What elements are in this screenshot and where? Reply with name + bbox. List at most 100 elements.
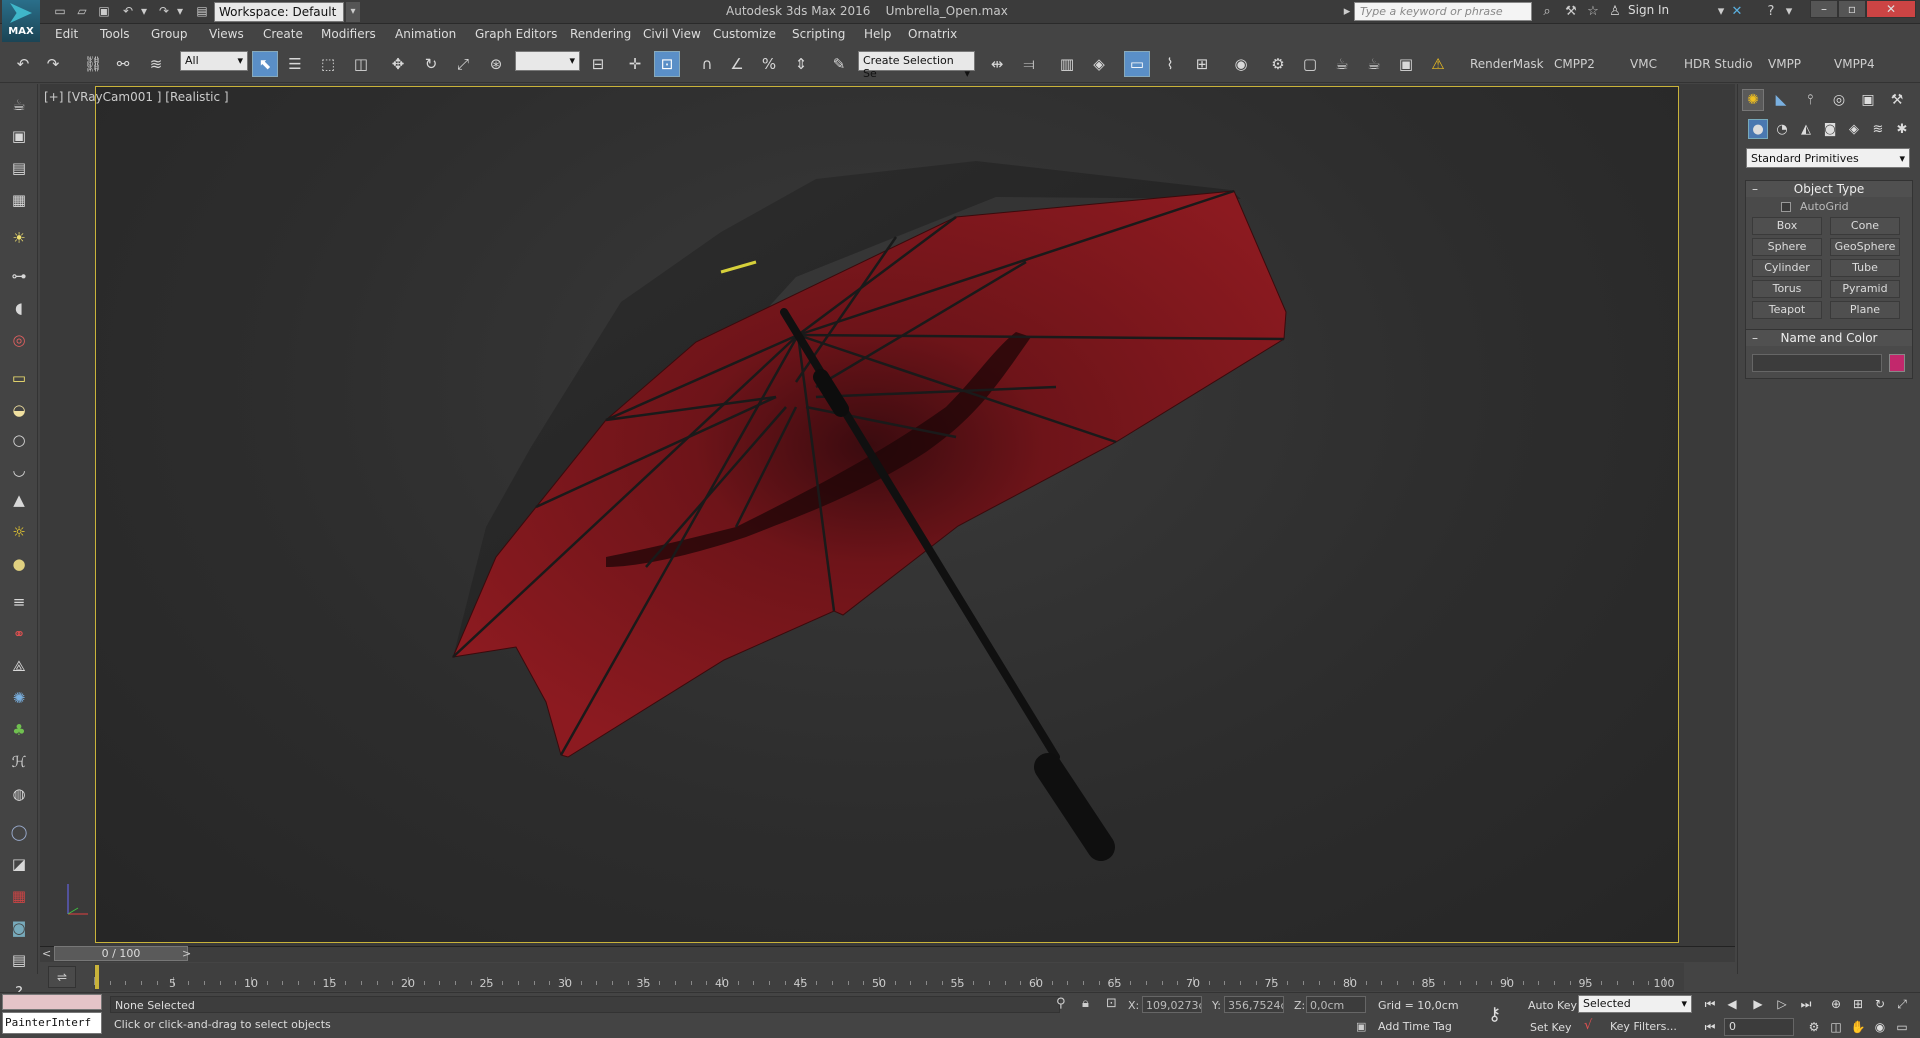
render-in-cloud-icon[interactable]: ▣ <box>1393 51 1419 77</box>
menu-group[interactable]: Group <box>151 27 188 41</box>
go-to-start-icon[interactable]: ⏮ <box>1700 995 1720 1013</box>
binoculars-icon[interactable]: ⌕ <box>1538 3 1556 21</box>
absolute-transform-icon[interactable]: ⊡ <box>1106 996 1117 1011</box>
material-icon[interactable]: ◪ <box>7 853 31 875</box>
ribbon-toggle-icon[interactable]: ▭ <box>1124 51 1150 77</box>
film-icon[interactable]: ◎ <box>7 329 31 351</box>
plugin-cmpp2-button[interactable]: CMPP2 <box>1554 57 1595 71</box>
menu-ornatrix[interactable]: Ornatrix <box>908 27 957 41</box>
project-folder-icon[interactable]: ▤ <box>194 3 210 19</box>
bind-space-warp-icon[interactable]: ≋ <box>143 51 169 77</box>
close-button[interactable]: ✕ <box>1866 0 1916 18</box>
layer-explorer-icon[interactable]: ◈ <box>1086 51 1112 77</box>
material-editor-icon[interactable]: ◉ <box>1228 51 1254 77</box>
menu-civil-view[interactable]: Civil View <box>643 27 701 41</box>
keyboard-shortcut-override-icon[interactable]: ⊡ <box>654 51 680 77</box>
utilities-tab-icon[interactable]: ⚒ <box>1886 89 1908 111</box>
cone-icon[interactable]: ▲ <box>7 489 31 511</box>
open-file-icon[interactable]: ▱ <box>74 3 90 19</box>
select-manipulate-icon[interactable]: ✛ <box>622 51 648 77</box>
space-warps-category-icon[interactable]: ≋ <box>1868 119 1888 139</box>
scene-explorer-icon[interactable]: ▥ <box>1054 51 1080 77</box>
menu-animation[interactable]: Animation <box>395 27 456 41</box>
menu-help[interactable]: Help <box>864 27 891 41</box>
save-file-icon[interactable]: ▣ <box>96 3 112 19</box>
zoom-icon[interactable]: ⊕ <box>1826 995 1846 1013</box>
note-icon[interactable]: ▭ <box>7 367 31 389</box>
systems-category-icon[interactable]: ✱ <box>1892 119 1912 139</box>
pan-icon[interactable]: ✋ <box>1848 1018 1868 1036</box>
reference-coordinate-dropdown[interactable]: ▾ <box>515 51 580 71</box>
maximize-button[interactable]: ▫ <box>1838 0 1866 18</box>
maxscript-mini-listener[interactable]: PainterInterf <box>2 1012 102 1034</box>
plugin-hdr-studio-button[interactable]: HDR Studio <box>1684 57 1753 71</box>
plugin-rendermask-button[interactable]: RenderMask <box>1470 57 1544 71</box>
z-coordinate-field[interactable]: 0,0cm <box>1306 996 1366 1013</box>
modify-tab-icon[interactable]: ◣ <box>1770 89 1792 111</box>
render-iterative-icon[interactable]: ☕ <box>1361 51 1387 77</box>
primitive-category-dropdown[interactable]: Standard Primitives ▾ <box>1746 148 1910 168</box>
motion-tab-icon[interactable]: ◎ <box>1828 89 1850 111</box>
previous-frame-icon[interactable]: ◀ <box>1722 995 1742 1013</box>
time-tag-icon[interactable]: ▣ <box>1356 1020 1366 1033</box>
isolate-pin-icon[interactable]: ⚲ <box>1056 996 1066 1011</box>
name-and-color-header[interactable]: – Name and Color <box>1746 330 1912 346</box>
link-icon[interactable]: ⛓ <box>80 51 106 77</box>
undo-dropdown-icon[interactable]: ▾ <box>136 3 152 19</box>
minimize-button[interactable]: – <box>1810 0 1838 18</box>
frame-indicator[interactable] <box>95 965 99 989</box>
play-icon[interactable]: ▶ <box>1748 995 1768 1013</box>
object-color-swatch[interactable] <box>1889 354 1905 372</box>
help-dropdown-icon[interactable]: ▾ <box>1780 3 1798 21</box>
rotate-icon[interactable]: ↻ <box>418 51 444 77</box>
placement-icon[interactable]: ⊛ <box>483 51 509 77</box>
render-setup-icon[interactable]: ⚙ <box>1265 51 1291 77</box>
set-key-icon[interactable]: ⚷ <box>1488 1004 1501 1025</box>
mirror-icon[interactable]: ⇹ <box>984 51 1010 77</box>
plugin-vmpp4-button[interactable]: VMPP4 <box>1834 57 1875 71</box>
selection-lock-icon[interactable]: 🔒︎ <box>1082 996 1089 1011</box>
time-next-icon[interactable]: > <box>182 947 191 960</box>
plugin-vmpp-button[interactable]: VMPP <box>1768 57 1801 71</box>
menu-tools[interactable]: Tools <box>100 27 130 41</box>
menu-edit[interactable]: Edit <box>55 27 78 41</box>
angle-snap-icon[interactable]: ∠ <box>724 51 750 77</box>
rectangular-selection-icon[interactable]: ⬚ <box>315 51 341 77</box>
y-coordinate-field[interactable]: 356,7524cm <box>1224 996 1284 1013</box>
key-filters-button[interactable]: Key Filters... <box>1610 1020 1677 1033</box>
hierarchy-tab-icon[interactable]: ⫯ <box>1799 89 1821 111</box>
shapes-category-icon[interactable]: ◔ <box>1772 119 1792 139</box>
viewport[interactable] <box>69 86 1679 943</box>
mesh-icon[interactable]: ⟁ <box>7 655 31 677</box>
select-by-name-icon[interactable]: ☰ <box>282 51 308 77</box>
key-mode-toggle-icon[interactable]: ⏮ <box>1700 1018 1720 1036</box>
favorites-star-icon[interactable]: ☆ <box>1584 3 1602 21</box>
align-icon[interactable]: ⫤ <box>1016 51 1042 77</box>
exchange-apps-icon[interactable]: ✕ <box>1728 3 1746 21</box>
orbit-icon[interactable]: ↻ <box>1870 995 1890 1013</box>
time-slider[interactable] <box>40 946 1735 962</box>
undo-button-icon[interactable]: ↶ <box>10 51 36 77</box>
named-selection-dropdown[interactable]: Create Selection Se ▾ <box>858 51 975 80</box>
sphere-icon[interactable]: ○ <box>7 429 31 451</box>
torus-button[interactable]: Torus <box>1752 280 1822 298</box>
render-production-icon[interactable]: ☕ <box>1329 51 1355 77</box>
warning-icon[interactable]: ⚠ <box>1425 51 1451 77</box>
pyramid-button[interactable]: Pyramid <box>1830 280 1900 298</box>
subscription-icon[interactable]: ⚒ <box>1562 3 1580 21</box>
menu-scripting[interactable]: Scripting <box>792 27 845 41</box>
sun-icon[interactable]: ☼ <box>7 521 31 543</box>
tube-button[interactable]: Tube <box>1830 259 1900 277</box>
menu-views[interactable]: Views <box>209 27 244 41</box>
percent-snap-icon[interactable]: % <box>756 51 782 77</box>
edit-named-selection-icon[interactable]: ✎ <box>826 51 852 77</box>
pivot-center-icon[interactable]: ⊟ <box>585 51 611 77</box>
menu-create[interactable]: Create <box>263 27 303 41</box>
box-button[interactable]: Box <box>1752 217 1822 235</box>
plane-button[interactable]: Plane <box>1830 301 1900 319</box>
set-key-button[interactable]: Set Key <box>1530 1021 1572 1034</box>
object-name-input[interactable] <box>1752 354 1882 372</box>
teapot-icon[interactable]: ☕ <box>7 94 31 116</box>
key-mode-dropdown[interactable]: Selected ▾ <box>1578 995 1692 1013</box>
create-tab-icon[interactable]: ✺ <box>1742 89 1764 111</box>
